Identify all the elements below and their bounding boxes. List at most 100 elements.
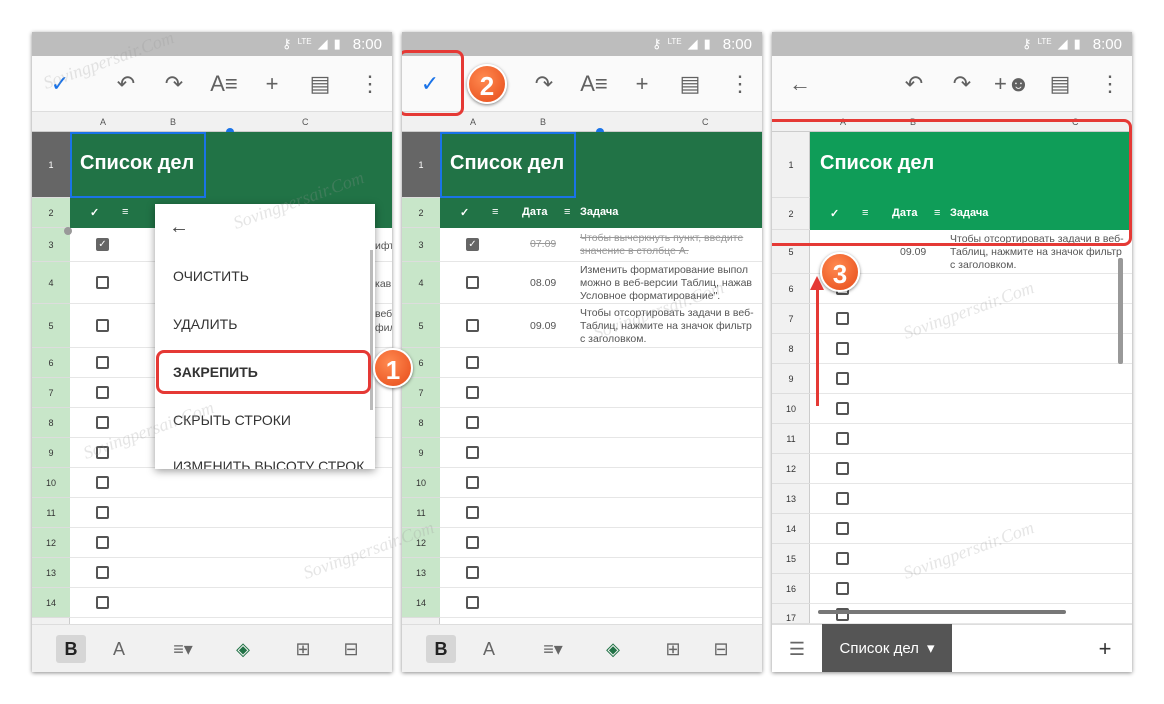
row-number-14[interactable]: 14 bbox=[402, 588, 440, 618]
task-checkbox[interactable] bbox=[96, 319, 109, 332]
row-number-7[interactable]: 7 bbox=[402, 378, 440, 408]
task-checkbox[interactable] bbox=[466, 446, 479, 459]
column-b-label[interactable]: B bbox=[170, 117, 176, 127]
row-number-8[interactable]: 8 bbox=[402, 408, 440, 438]
redo-icon[interactable]: ↷ bbox=[948, 70, 976, 98]
task-checkbox[interactable] bbox=[466, 356, 479, 369]
row-number-14[interactable]: 14 bbox=[772, 514, 810, 544]
row-number-17[interactable]: 17 bbox=[772, 604, 810, 624]
task-checkbox[interactable] bbox=[836, 462, 849, 475]
insert-column-icon[interactable]: ⊟ bbox=[336, 635, 366, 663]
row-number-5[interactable]: 5 bbox=[32, 304, 70, 348]
sheet-tab[interactable]: Список дел ▾ bbox=[822, 624, 952, 672]
comment-icon[interactable]: ▤ bbox=[676, 70, 704, 98]
redo-icon[interactable]: ↷ bbox=[530, 70, 558, 98]
row-number-7[interactable]: 7 bbox=[772, 304, 810, 334]
row-number-8[interactable]: 8 bbox=[772, 334, 810, 364]
row-number-13[interactable]: 13 bbox=[402, 558, 440, 588]
row-number-3[interactable]: 3 bbox=[402, 228, 440, 262]
row-number-9[interactable]: 9 bbox=[772, 364, 810, 394]
add-sheet-button[interactable]: + bbox=[1090, 635, 1120, 663]
task-checkbox[interactable] bbox=[96, 276, 109, 289]
task-text[interactable]: можно в веб-версии Таблиц, нажав bbox=[580, 277, 762, 290]
filter-icon[interactable]: ≡ bbox=[564, 206, 570, 218]
task-checkbox[interactable] bbox=[96, 416, 109, 429]
row-number-4[interactable]: 4 bbox=[402, 262, 440, 304]
insert-row-icon[interactable]: ⊞ bbox=[288, 635, 318, 663]
task-checkbox[interactable] bbox=[836, 402, 849, 415]
add-person-icon[interactable]: +☻ bbox=[994, 70, 1030, 98]
column-c-label[interactable]: C bbox=[702, 117, 709, 127]
row-number-13[interactable]: 13 bbox=[772, 484, 810, 514]
column-a-label[interactable]: A bbox=[100, 117, 106, 127]
task-checkbox[interactable] bbox=[96, 596, 109, 609]
column-a-label[interactable]: A bbox=[470, 117, 476, 127]
fill-color-icon[interactable]: ◈ bbox=[598, 635, 628, 663]
insert-column-icon[interactable]: ⊟ bbox=[706, 635, 736, 663]
task-checkbox[interactable] bbox=[836, 552, 849, 565]
comment-icon[interactable]: ▤ bbox=[306, 70, 334, 98]
row-number-7[interactable]: 7 bbox=[32, 378, 70, 408]
row-number-4[interactable]: 4 bbox=[32, 262, 70, 304]
task-checkbox[interactable] bbox=[836, 432, 849, 445]
row-number-1[interactable]: 1 bbox=[402, 132, 440, 198]
row-number-11[interactable]: 11 bbox=[772, 424, 810, 454]
task-date[interactable]: 07.09 bbox=[530, 238, 556, 251]
task-checkbox[interactable] bbox=[466, 476, 479, 489]
filter-icon[interactable]: ≡ bbox=[492, 206, 498, 218]
bold-button[interactable]: B bbox=[426, 635, 456, 663]
row-number-10[interactable]: 10 bbox=[32, 468, 70, 498]
bold-button[interactable]: B bbox=[56, 635, 86, 663]
task-checkbox[interactable] bbox=[96, 476, 109, 489]
undo-icon[interactable]: ↶ bbox=[112, 70, 140, 98]
insert-row-icon[interactable]: ⊞ bbox=[658, 635, 688, 663]
row-number-14[interactable]: 14 bbox=[32, 588, 70, 618]
align-icon[interactable]: ≡▾ bbox=[168, 635, 198, 663]
task-checkbox[interactable] bbox=[96, 566, 109, 579]
text-format-icon[interactable]: A≡ bbox=[580, 70, 608, 98]
task-checkbox[interactable]: ✓ bbox=[96, 238, 109, 251]
task-checkbox[interactable] bbox=[96, 506, 109, 519]
comment-icon[interactable]: ▤ bbox=[1046, 70, 1074, 98]
text-format-icon[interactable]: A≡ bbox=[210, 70, 238, 98]
task-checkbox[interactable] bbox=[836, 342, 849, 355]
menu-item-delete[interactable]: УДАЛИТЬ bbox=[173, 316, 237, 332]
filter-icon[interactable]: ≡ bbox=[122, 206, 128, 218]
row-number-8[interactable]: 8 bbox=[32, 408, 70, 438]
task-checkbox[interactable] bbox=[836, 312, 849, 325]
task-text[interactable]: значение в столбце А. bbox=[580, 245, 762, 258]
task-checkbox[interactable] bbox=[96, 356, 109, 369]
column-c-label[interactable]: C bbox=[302, 117, 309, 127]
vertical-scrollbar[interactable] bbox=[1118, 258, 1123, 364]
back-arrow-icon[interactable]: ← bbox=[786, 70, 814, 98]
fill-color-icon[interactable]: ◈ bbox=[228, 635, 258, 663]
redo-icon[interactable]: ↷ bbox=[160, 70, 188, 98]
row-number-11[interactable]: 11 bbox=[32, 498, 70, 528]
row-number-9[interactable]: 9 bbox=[32, 438, 70, 468]
task-checkbox[interactable] bbox=[836, 492, 849, 505]
task-checkbox[interactable]: ✓ bbox=[466, 238, 479, 251]
dropdown-caret-icon[interactable]: ▾ bbox=[927, 639, 935, 657]
task-text[interactable]: Чтобы вычеркнуть пункт, введите bbox=[580, 232, 762, 245]
row-number-16[interactable]: 16 bbox=[772, 574, 810, 604]
row-number-12[interactable]: 12 bbox=[32, 528, 70, 558]
task-date[interactable]: 09.09 bbox=[900, 246, 926, 259]
row-number-10[interactable]: 10 bbox=[402, 468, 440, 498]
menu-item-clear[interactable]: ОЧИСТИТЬ bbox=[173, 268, 249, 284]
row-number-5[interactable]: 5 bbox=[402, 304, 440, 348]
task-checkbox[interactable] bbox=[466, 386, 479, 399]
align-icon[interactable]: ≡▾ bbox=[538, 635, 568, 663]
row-number-15[interactable]: 15 bbox=[772, 544, 810, 574]
row-number-12[interactable]: 12 bbox=[772, 454, 810, 484]
menu-item-row-height[interactable]: ИЗМЕНИТЬ ВЫСОТУ СТРОК bbox=[173, 458, 364, 469]
task-date[interactable]: 09.09 bbox=[530, 320, 556, 333]
back-arrow-icon[interactable]: ← bbox=[169, 216, 189, 239]
task-checkbox[interactable] bbox=[466, 596, 479, 609]
more-icon[interactable]: ⋮ bbox=[726, 70, 754, 98]
task-checkbox[interactable] bbox=[466, 416, 479, 429]
task-date[interactable]: 08.09 bbox=[530, 277, 556, 290]
row-number-6[interactable]: 6 bbox=[32, 348, 70, 378]
task-checkbox[interactable] bbox=[96, 386, 109, 399]
task-text[interactable]: с заголовком. bbox=[950, 259, 1132, 272]
undo-icon[interactable]: ↶ bbox=[900, 70, 928, 98]
